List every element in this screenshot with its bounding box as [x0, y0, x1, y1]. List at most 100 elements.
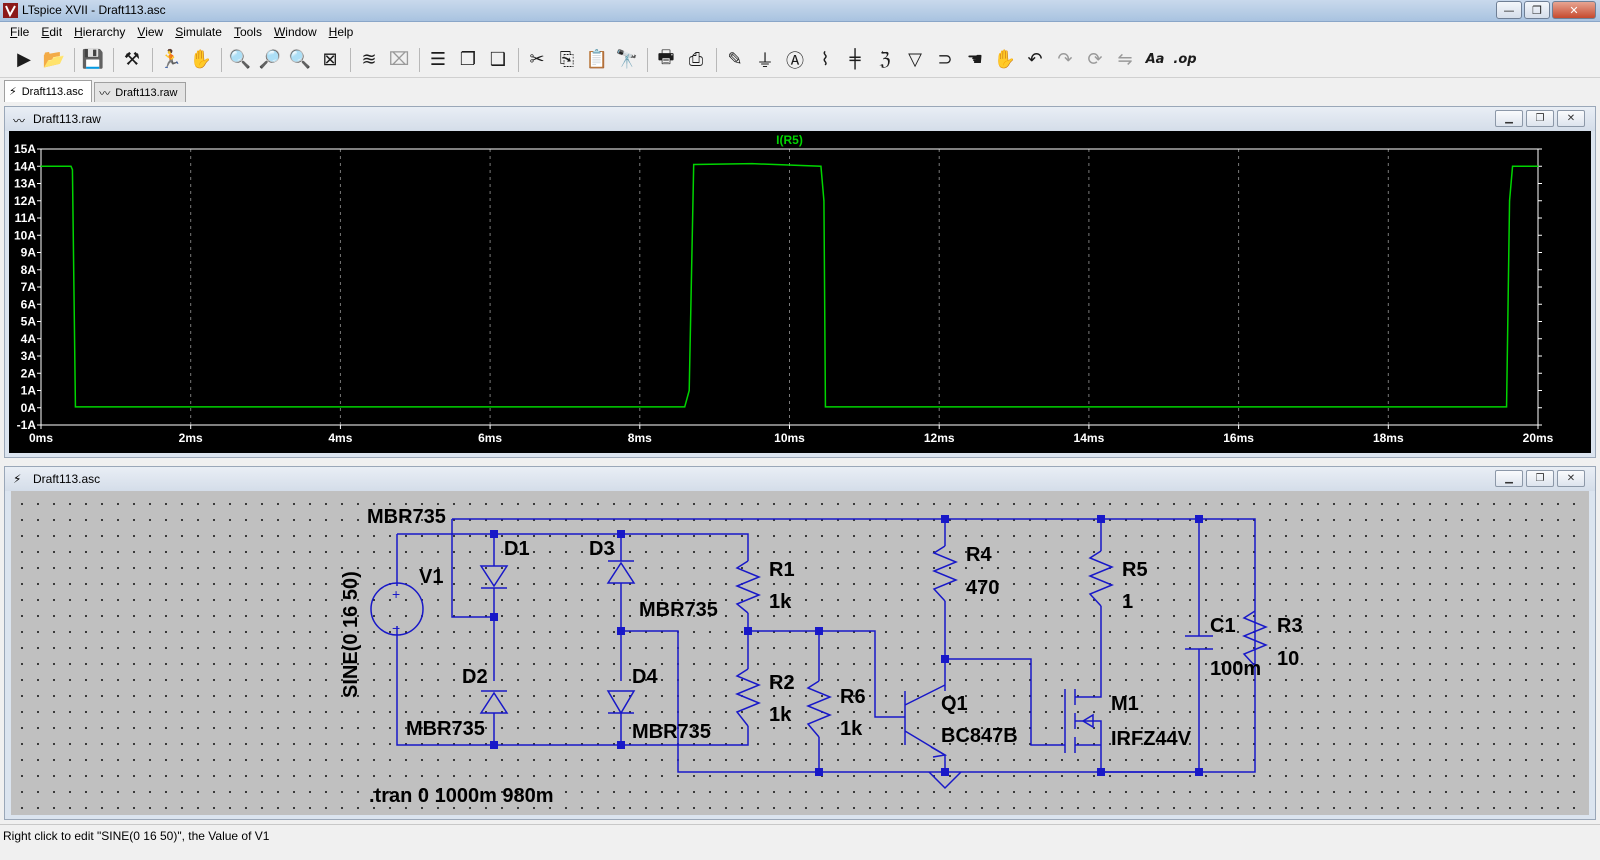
- zoom-in-button[interactable]: 🔍: [226, 46, 254, 74]
- undo-button[interactable]: ↶: [1021, 46, 1049, 74]
- resistor-button[interactable]: ⌇: [811, 46, 839, 74]
- print-button[interactable]: ⎙: [682, 46, 710, 74]
- capacitor-button[interactable]: ╪: [841, 46, 869, 74]
- label-r4-value[interactable]: 470: [966, 577, 999, 599]
- schematic-canvas[interactable]: + − MBR735 V1 SINE(0 16 50) D1 D2 MBR735…: [11, 491, 1589, 815]
- save-button[interactable]: 💾: [79, 46, 107, 74]
- rotate-button[interactable]: ⟳: [1081, 46, 1109, 74]
- minimize-button[interactable]: —: [1496, 1, 1522, 19]
- diode-button[interactable]: ▽: [901, 46, 929, 74]
- tile-vertical-button[interactable]: ❑: [484, 46, 512, 74]
- label-d2-model[interactable]: MBR735: [406, 718, 485, 740]
- waveform-restore-button[interactable]: ❐: [1526, 110, 1554, 127]
- move-button[interactable]: ☚: [961, 46, 989, 74]
- label-d1[interactable]: D1: [504, 538, 530, 560]
- mirror-button[interactable]: ⇋: [1111, 46, 1139, 74]
- zoom-out-button[interactable]: 🔍: [286, 46, 314, 74]
- label-d2[interactable]: D2: [462, 666, 488, 688]
- spice-directive-button[interactable]: .op: [1171, 46, 1199, 74]
- waveform-chart[interactable]: 0ms 2ms 4ms 6ms 8ms 10ms 12ms 14ms 16ms 18ms 20ms 1…: [9, 131, 1591, 453]
- label-r5[interactable]: R5: [1122, 559, 1148, 581]
- cascade-button[interactable]: ❐: [454, 46, 482, 74]
- zoom-fit-button[interactable]: ⊠: [316, 46, 344, 74]
- open-button[interactable]: 📂: [40, 46, 68, 74]
- menu-hierarchy[interactable]: Hierarchy: [68, 25, 131, 39]
- label-r4[interactable]: R4: [966, 544, 992, 566]
- label-d3-model[interactable]: MBR735: [639, 599, 718, 621]
- halt-button[interactable]: 🏃: [157, 46, 185, 74]
- diodes[interactable]: [479, 560, 636, 715]
- waveform-minimize-button[interactable]: ▁: [1495, 110, 1523, 127]
- label-r2[interactable]: R2: [769, 672, 795, 694]
- label-d3[interactable]: D3: [589, 538, 615, 560]
- pan-button[interactable]: ✋: [187, 46, 215, 74]
- cut-button[interactable]: ✂: [523, 46, 551, 74]
- label-r1[interactable]: R1: [769, 559, 795, 581]
- label-r1-value[interactable]: 1k: [769, 591, 792, 613]
- label-m1[interactable]: M1: [1111, 693, 1139, 715]
- trace-point: [40, 165, 42, 167]
- schematic-restore-button[interactable]: ❐: [1526, 470, 1554, 487]
- mosfet-m1[interactable]: [1064, 689, 1102, 753]
- label-q1[interactable]: Q1: [941, 693, 968, 715]
- component-button[interactable]: ⊃: [931, 46, 959, 74]
- print-preview-button[interactable]: 🖶: [652, 46, 680, 74]
- ground-button[interactable]: ⏚: [751, 46, 779, 74]
- label-r2-value[interactable]: 1k: [769, 704, 792, 726]
- delete-trace-button[interactable]: ⌧: [385, 46, 413, 74]
- label-d4-model[interactable]: MBR735: [632, 721, 711, 743]
- label-d1-model[interactable]: MBR735: [367, 506, 446, 528]
- toolbar-separator: [518, 47, 519, 72]
- schematic-window-titlebar[interactable]: ⚡ Draft113.asc ▁ ❐ ✕: [5, 467, 1595, 491]
- restore-button[interactable]: ❐: [1524, 1, 1550, 19]
- text-button[interactable]: Aa: [1141, 46, 1169, 74]
- redo-button[interactable]: ↷: [1051, 46, 1079, 74]
- label-r6[interactable]: R6: [840, 686, 866, 708]
- control-panel-button[interactable]: ⚒: [118, 46, 146, 74]
- find-button[interactable]: 🔭: [613, 46, 641, 74]
- close-button[interactable]: ✕: [1552, 1, 1596, 19]
- draw-wire-button[interactable]: ✎: [721, 46, 749, 74]
- waveform-close-button[interactable]: ✕: [1557, 110, 1585, 127]
- label-r6-value[interactable]: 1k: [840, 718, 863, 740]
- schematic-drawing[interactable]: + − MBR735 V1 SINE(0 16 50) D1 D2 MBR735…: [11, 491, 1589, 815]
- menu-tools[interactable]: Tools: [228, 25, 268, 39]
- inductor-button[interactable]: ℨ: [871, 46, 899, 74]
- waveform-plot[interactable]: 0ms 2ms 4ms 6ms 8ms 10ms 12ms 14ms 16ms 18ms 20ms 1…: [9, 131, 1591, 453]
- label-v1-name[interactable]: V1: [419, 566, 443, 588]
- paste-button[interactable]: 📋: [583, 46, 611, 74]
- menu-simulate[interactable]: Simulate: [169, 25, 228, 39]
- label-net-button[interactable]: Ⓐ: [781, 46, 809, 74]
- drag-button[interactable]: ✋: [991, 46, 1019, 74]
- zoom-area-button[interactable]: 🔎: [256, 46, 284, 74]
- label-r3[interactable]: R3: [1277, 615, 1303, 637]
- menu-file[interactable]: File: [4, 25, 35, 39]
- resistors[interactable]: [735, 545, 1268, 738]
- tile-horizontal-button[interactable]: ☰: [424, 46, 452, 74]
- voltage-source-v1[interactable]: + −: [370, 582, 424, 636]
- trace-label[interactable]: I(R5): [776, 133, 803, 147]
- schematic-close-button[interactable]: ✕: [1557, 470, 1585, 487]
- autoscale-button[interactable]: ≋: [355, 46, 383, 74]
- menu-help[interactable]: Help: [323, 25, 360, 39]
- label-c1-value[interactable]: 100m: [1210, 658, 1261, 680]
- copy-button[interactable]: ⎘: [553, 46, 581, 74]
- menu-window[interactable]: Window: [268, 25, 323, 39]
- label-v1-value[interactable]: SINE(0 16 50): [340, 571, 362, 698]
- schematic-minimize-button[interactable]: ▁: [1495, 470, 1523, 487]
- tab-draft113-raw[interactable]: 〰 Draft113.raw: [94, 82, 187, 102]
- spice-directive[interactable]: .tran 0 1000m 980m: [369, 785, 554, 807]
- label-r5-value[interactable]: 1: [1122, 591, 1133, 613]
- label-c1[interactable]: C1: [1210, 615, 1236, 637]
- capacitor-c1[interactable]: [1185, 635, 1213, 650]
- text-icon: Aa: [1145, 52, 1165, 67]
- label-d4[interactable]: D4: [632, 666, 658, 688]
- label-r3-value[interactable]: 10: [1277, 648, 1299, 670]
- label-q1-model[interactable]: BC847B: [941, 725, 1018, 747]
- tab-draft113-asc[interactable]: ⚡ Draft113.asc: [4, 80, 93, 102]
- run-button[interactable]: ▶: [10, 46, 38, 74]
- menu-view[interactable]: View: [131, 25, 169, 39]
- waveform-window-titlebar[interactable]: 〰 Draft113.raw ▁ ❐ ✕: [5, 107, 1595, 131]
- menu-edit[interactable]: Edit: [35, 25, 68, 39]
- label-m1-model[interactable]: IRFZ44V: [1111, 728, 1192, 750]
